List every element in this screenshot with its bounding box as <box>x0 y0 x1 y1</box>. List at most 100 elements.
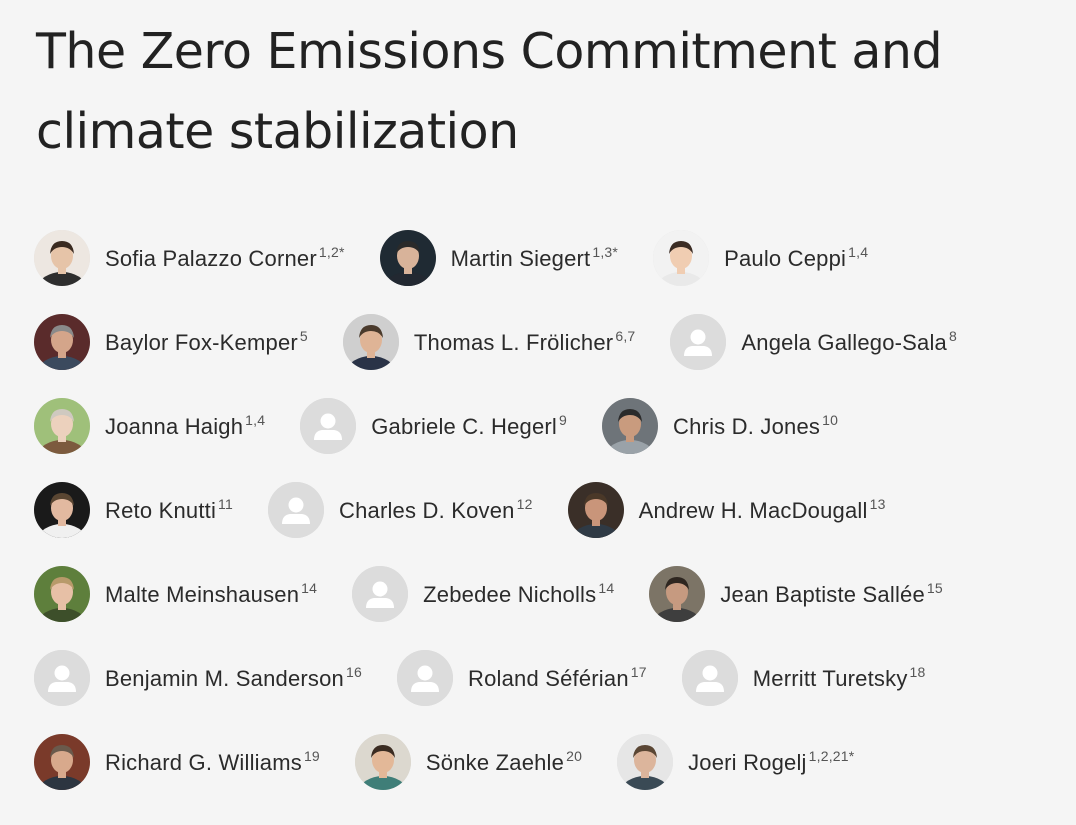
affiliation-marker: 5 <box>299 327 308 344</box>
author-name[interactable]: Joanna Haigh 1,4 <box>105 412 265 440</box>
author-row: Sofia Palazzo Corner 1,2* Martin Siegert 1,… <box>34 229 1074 286</box>
author-name[interactable]: Zebedee Nicholls 14 <box>423 580 614 608</box>
author-name[interactable]: Jean Baptiste Sallée 15 <box>720 580 943 608</box>
author-name[interactable]: Chris D. Jones 10 <box>673 412 838 440</box>
author-name-text: Roland Séférian <box>467 665 629 691</box>
affiliation-marker: 15 <box>926 579 943 596</box>
author-name-text: Andrew H. MacDougall <box>638 497 868 523</box>
author-name-text: Paulo Ceppi <box>724 245 847 271</box>
author-item[interactable]: Richard G. Williams 19 <box>34 733 320 790</box>
author-photo-icon <box>342 313 399 370</box>
affiliation-marker: 14 <box>598 579 615 596</box>
author-photo-icon <box>649 565 706 622</box>
author-item[interactable]: Andrew H. MacDougall 13 <box>567 481 886 538</box>
affiliation-marker: 17 <box>630 663 647 680</box>
author-photo-icon <box>567 481 624 538</box>
affiliation-marker: 13 <box>869 495 886 512</box>
author-photo-icon <box>34 565 90 622</box>
author-photo-icon <box>379 229 436 286</box>
author-item[interactable]: Angela Gallego-Sala 8 <box>670 313 957 370</box>
author-item[interactable]: Charles D. Koven 12 <box>267 481 533 538</box>
author-name[interactable]: Merritt Turetsky 18 <box>753 664 926 692</box>
author-name[interactable]: Sönke Zaehle 20 <box>426 748 582 776</box>
affiliation-marker: 10 <box>822 411 839 428</box>
default-avatar-icon <box>267 481 324 538</box>
author-name[interactable]: Reto Knutti 11 <box>105 496 233 524</box>
author-name-text: Reto Knutti <box>105 497 217 523</box>
author-name-text: Gabriele C. Hegerl <box>371 413 558 439</box>
author-item[interactable]: Jean Baptiste Sallée 15 <box>649 565 943 622</box>
author-name[interactable]: Roland Séférian 17 <box>468 664 647 692</box>
affiliation-marker: 20 <box>566 747 583 764</box>
author-name[interactable]: Charles D. Koven 12 <box>339 496 533 524</box>
author-item[interactable]: Paulo Ceppi 1,4 <box>653 229 868 286</box>
default-avatar-icon <box>396 649 453 706</box>
affiliation-marker: 18 <box>909 663 926 680</box>
author-name-text: Joanna Haigh <box>105 413 244 439</box>
author-row: Malte Meinshausen 14 Zebedee Nicholls 14 Jea… <box>34 565 1074 622</box>
author-name[interactable]: Martin Siegert 1,3* <box>451 244 618 272</box>
author-name[interactable]: Andrew H. MacDougall 13 <box>639 496 886 524</box>
affiliation-marker: 1,4 <box>245 411 266 428</box>
default-avatar-icon <box>300 397 357 454</box>
author-photo-icon <box>602 397 659 454</box>
paper-title: The Zero Emissions Commitment and climat… <box>36 23 943 160</box>
affiliation-marker: 1,3* <box>592 243 619 260</box>
author-item[interactable]: Thomas L. Frölicher 6,7 <box>342 313 635 370</box>
affiliation-marker: 8 <box>949 327 957 344</box>
affiliation-marker: 1,2,21* <box>808 747 855 764</box>
author-item[interactable]: Chris D. Jones 10 <box>602 397 838 454</box>
author-item[interactable]: Baylor Fox-Kemper 5 <box>34 313 308 370</box>
author-row: Richard G. Williams 19 Sönke Zaehle 20 Joeri… <box>34 733 1074 790</box>
author-item[interactable]: Sofia Palazzo Corner 1,2* <box>34 229 345 286</box>
author-row: Baylor Fox-Kemper 5 Thomas L. Frölicher 6,7… <box>34 313 1074 370</box>
author-name-text: Merritt Turetsky <box>752 665 908 691</box>
author-name[interactable]: Thomas L. Frölicher 6,7 <box>414 328 635 356</box>
author-row: Reto Knutti 11 Charles D. Koven 12 Andrew H.… <box>34 481 1074 538</box>
default-avatar-icon <box>352 565 409 622</box>
author-item[interactable]: Roland Séférian 17 <box>396 649 647 706</box>
author-item[interactable]: Reto Knutti 11 <box>34 481 233 538</box>
affiliation-marker: 19 <box>303 747 320 764</box>
author-item[interactable]: Joeri Rogelj 1,2,21* <box>617 733 854 790</box>
author-name-text: Charles D. Koven <box>338 497 515 523</box>
author-name-text: Baylor Fox-Kemper <box>105 329 298 355</box>
author-name-text: Jean Baptiste Sallée <box>720 581 925 607</box>
author-name[interactable]: Joeri Rogelj 1,2,21* <box>688 748 854 776</box>
author-photo-icon <box>354 733 411 790</box>
author-item[interactable]: Joanna Haigh 1,4 <box>34 397 265 454</box>
author-row: Benjamin M. Sanderson 16 Roland Séférian 17… <box>34 649 1074 706</box>
author-name[interactable]: Baylor Fox-Kemper 5 <box>105 328 308 356</box>
author-name[interactable]: Gabriele C. Hegerl 9 <box>371 412 567 440</box>
author-name-text: Richard G. Williams <box>105 749 302 775</box>
author-name[interactable]: Benjamin M. Sanderson 16 <box>105 664 362 692</box>
author-name[interactable]: Paulo Ceppi 1,4 <box>724 244 868 272</box>
author-name-text: Thomas L. Frölicher <box>413 329 614 355</box>
author-name-text: Sofia Palazzo Corner <box>105 245 317 271</box>
author-name-text: Martin Siegert <box>450 245 591 271</box>
author-name-text: Malte Meinshausen <box>105 581 300 607</box>
author-name[interactable]: Sofia Palazzo Corner 1,2* <box>105 244 345 272</box>
affiliation-marker: 1,2* <box>318 243 345 260</box>
author-item[interactable]: Zebedee Nicholls 14 <box>352 565 614 622</box>
author-photo-icon <box>34 733 90 790</box>
affiliation-marker: 16 <box>346 663 362 680</box>
author-item[interactable]: Martin Siegert 1,3* <box>379 229 618 286</box>
affiliation-marker: 6,7 <box>615 327 636 344</box>
author-photo-icon <box>34 397 90 454</box>
author-name[interactable]: Malte Meinshausen 14 <box>105 580 317 608</box>
author-name-text: Chris D. Jones <box>673 413 821 439</box>
default-avatar-icon <box>681 649 738 706</box>
author-photo-icon <box>34 313 90 370</box>
author-row: Joanna Haigh 1,4 Gabriele C. Hegerl 9 Chris … <box>34 397 1074 454</box>
author-name[interactable]: Richard G. Williams 19 <box>105 748 320 776</box>
author-name[interactable]: Angela Gallego-Sala 8 <box>741 328 957 356</box>
author-item[interactable]: Malte Meinshausen 14 <box>34 565 317 622</box>
affiliation-marker: 11 <box>218 495 233 512</box>
author-item[interactable]: Sönke Zaehle 20 <box>354 733 582 790</box>
author-item[interactable]: Merritt Turetsky 18 <box>681 649 926 706</box>
author-name-text: Joeri Rogelj <box>688 749 807 775</box>
author-item[interactable]: Benjamin M. Sanderson 16 <box>34 649 362 706</box>
author-item[interactable]: Gabriele C. Hegerl 9 <box>300 397 567 454</box>
author-list: Sofia Palazzo Corner 1,2* Martin Siegert 1,… <box>34 229 1074 817</box>
